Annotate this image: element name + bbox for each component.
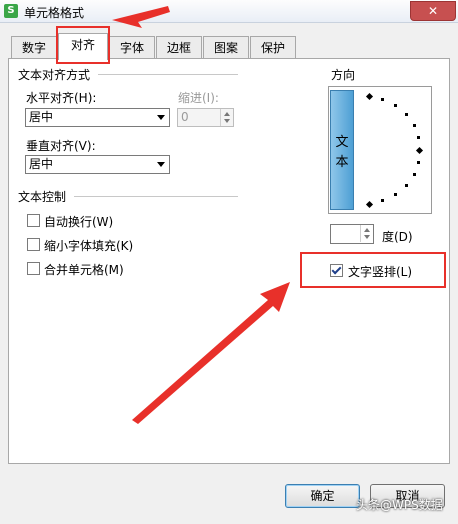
tab-protection[interactable]: 保护 (250, 36, 296, 59)
indent-label: 缩进(I): (178, 91, 219, 105)
vertical-align-label: 垂直对齐(V): (26, 139, 96, 153)
wps-app-icon: S (4, 4, 18, 18)
title-bar: S 单元格格式 ✕ (0, 0, 458, 23)
orientation-dial-dot[interactable] (417, 136, 420, 139)
shrink-to-fit-checkbox[interactable] (27, 238, 40, 251)
text-control-section-title: 文本控制 (18, 190, 67, 204)
orientation-dial-dot[interactable] (413, 173, 416, 176)
text-align-section-title: 文本对齐方式 (18, 68, 91, 82)
vertical-align-select[interactable]: 居中 (25, 155, 170, 174)
shrink-to-fit-label[interactable]: 缩小字体填充(K) (44, 237, 133, 254)
tab-highlight-box (56, 26, 110, 64)
tab-border[interactable]: 边框 (156, 36, 202, 59)
chevron-down-icon (157, 115, 165, 120)
degree-label: 度(D) (382, 230, 413, 244)
orientation-dial-dot[interactable] (405, 184, 408, 187)
horizontal-align-value: 居中 (29, 110, 54, 124)
orientation-dial-dot[interactable] (381, 199, 384, 202)
ok-button[interactable]: 确定 (285, 484, 360, 508)
indent-spinner[interactable]: 0 (177, 108, 234, 127)
orientation-dial-dot[interactable] (413, 124, 416, 127)
tab-number[interactable]: 数字 (11, 36, 57, 59)
merge-cells-label[interactable]: 合并单元格(M) (44, 261, 124, 278)
tab-font[interactable]: 字体 (109, 36, 155, 59)
orientation-dial-dot[interactable] (381, 98, 384, 101)
wrap-text-label[interactable]: 自动换行(W) (44, 213, 113, 230)
orientation-dial-dot[interactable] (417, 161, 420, 164)
tab-pattern[interactable]: 图案 (203, 36, 249, 59)
chevron-down-icon (157, 162, 165, 167)
horizontal-align-select[interactable]: 居中 (25, 108, 170, 127)
vertical-text-char: 文 (335, 135, 349, 150)
degree-spinner[interactable] (330, 224, 374, 244)
wrap-text-checkbox[interactable] (27, 214, 40, 227)
vertical-text-char: 本 (335, 155, 349, 170)
horizontal-align-label: 水平对齐(H): (26, 91, 97, 105)
orientation-dial-dot[interactable] (405, 113, 408, 116)
orientation-section-title: 方向 (331, 68, 356, 82)
window-title: 单元格格式 (24, 6, 85, 20)
watermark-text: 头条@WPS数据 (356, 498, 443, 512)
section-divider (74, 196, 238, 197)
section-divider (98, 74, 238, 75)
vertical-align-value: 居中 (29, 157, 54, 171)
orientation-dial-dot[interactable] (394, 104, 397, 107)
checkbox-highlight-box (300, 252, 446, 288)
close-button[interactable]: ✕ (410, 1, 456, 21)
spinner-arrows-icon[interactable] (220, 109, 233, 126)
indent-value: 0 (181, 110, 189, 124)
vertical-text-button[interactable]: 文 本 (330, 90, 354, 210)
orientation-dial-dot[interactable] (394, 193, 397, 196)
spinner-arrows-icon[interactable] (360, 225, 373, 242)
merge-cells-checkbox[interactable] (27, 262, 40, 275)
